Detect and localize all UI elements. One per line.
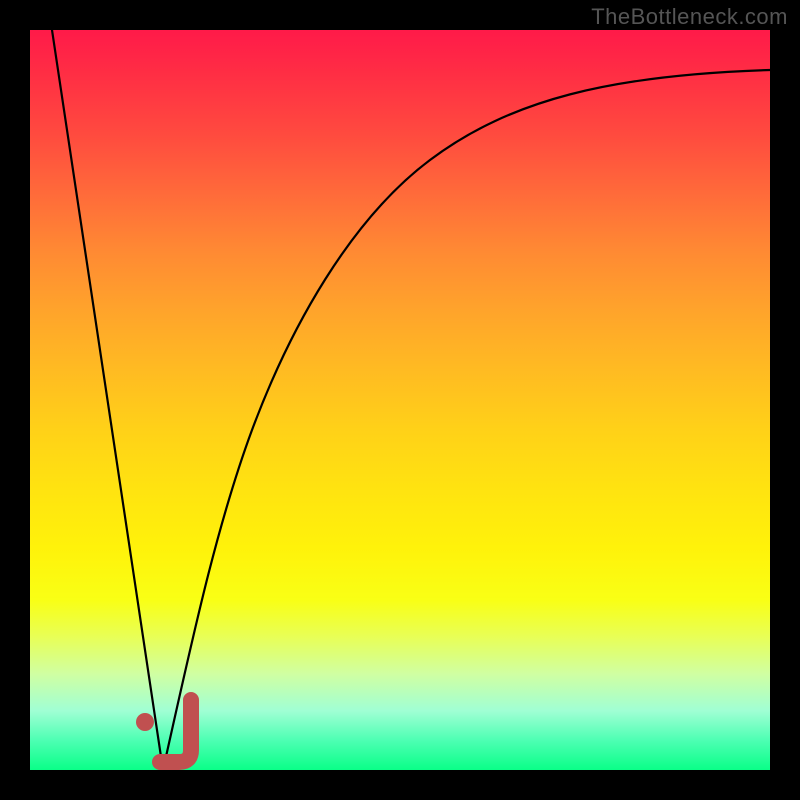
j-marker-dot: [136, 713, 154, 731]
line-descending: [52, 30, 163, 770]
chart-plot-area: [30, 30, 770, 770]
chart-svg: [30, 30, 770, 770]
watermark-text: TheBottleneck.com: [591, 4, 788, 30]
curve-ascending: [163, 70, 770, 770]
